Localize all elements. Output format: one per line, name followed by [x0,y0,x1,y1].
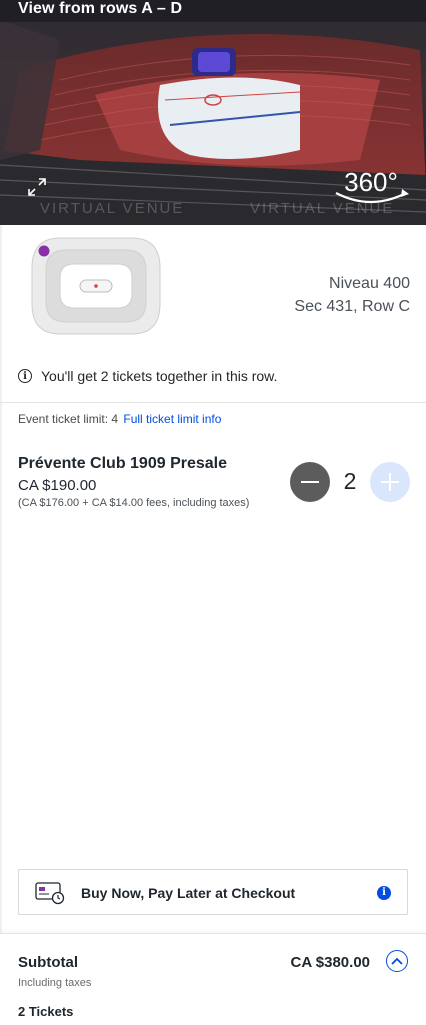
ticket-type-name: Prévente Club 1909 Presale [18,455,228,472]
ticket-limit-label: Event ticket limit: 4 [18,412,119,426]
expand-icon[interactable] [26,176,48,198]
quantity-value: 2 [343,468,357,494]
together-notice: i You'll get 2 tickets together in this … [18,368,277,384]
ticket-fees: (CA $176.00 + CA $14.00 fees, including … [18,497,250,509]
subtotal-taxes-note: Including taxes [18,977,92,989]
chevron-up-icon [391,957,403,965]
venue-view-image[interactable]: VIRTUAL VENUE VIRTUAL VENUE View from ro… [0,0,426,225]
level-name: Niveau 400 [329,275,410,292]
seat-location-dot [38,245,50,257]
decrease-quantity-button[interactable] [290,462,330,502]
expand-summary-button[interactable] [386,950,408,972]
bnpl-label: Buy Now, Pay Later at Checkout [81,885,296,901]
ticket-limit-info-link[interactable]: Full ticket limit info [123,412,221,426]
section-row: Sec 431, Row C [294,298,410,315]
tickets-count: 2 Tickets [18,1004,74,1019]
subtotal-label: Subtotal [18,954,78,971]
bnpl-info-icon[interactable]: i [377,886,391,900]
info-icon: i [18,369,32,383]
seat-map-thumbnail[interactable] [28,234,164,338]
ticket-price: CA $190.00 [18,477,97,494]
installment-card-icon [35,881,65,905]
rotate-360-icon[interactable]: 360° [332,165,410,209]
watermark-text: VIRTUAL VENUE [40,200,185,217]
badge-360-text: 360° [344,167,398,197]
ticket-limit: Event ticket limit: 4 Full ticket limit … [18,412,221,426]
subtotal-amount: CA $380.00 [290,954,371,971]
subtotal-footer: Subtotal Including taxes CA $380.00 2 Ti… [0,933,426,1025]
section-info: Niveau 400 Sec 431, Row C [294,272,410,318]
divider [0,402,426,403]
content-edge [0,225,2,933]
view-title: View from rows A – D [18,0,183,17]
buy-now-pay-later-banner[interactable]: Buy Now, Pay Later at Checkout i [18,869,408,915]
together-notice-text: You'll get 2 tickets together in this ro… [41,368,278,384]
increase-quantity-button[interactable] [370,462,410,502]
